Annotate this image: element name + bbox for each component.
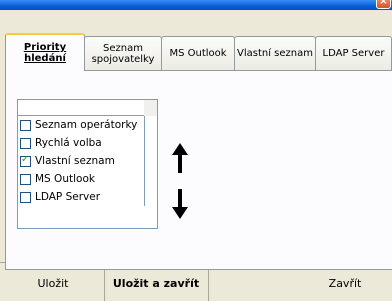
list-item-label: LDAP Server: [35, 191, 101, 203]
list-item-label: MS Outlook: [35, 173, 95, 185]
list-item[interactable]: Vlastní seznam: [18, 152, 157, 170]
tab-label: Priority: [23, 42, 67, 53]
tab-label: spojovatelky: [91, 53, 155, 65]
tab-panel: Seznam operátorky Rychlá volba Vlastní s…: [5, 70, 392, 270]
checkbox[interactable]: [20, 191, 31, 203]
list-item[interactable]: LDAP Server: [18, 188, 157, 206]
checkbox[interactable]: [20, 137, 31, 149]
tab-label: hledání: [24, 53, 66, 64]
list-header: [18, 100, 157, 116]
save-label: Uložit: [37, 276, 69, 290]
save-close-label: Uložit a zavřít: [112, 276, 200, 290]
dialog: Priority hledání Seznam spojovatelky MS Ou…: [0, 10, 392, 301]
checkbox[interactable]: [20, 173, 31, 185]
close-label: Zavřít: [328, 276, 362, 290]
move-down-button[interactable]: [170, 184, 190, 224]
tab-priority[interactable]: Priority hledání: [5, 33, 85, 71]
tab-label: Seznam: [103, 42, 143, 54]
title-bar: ×: [0, 0, 392, 10]
tab-ms-outlook[interactable]: MS Outlook: [161, 36, 235, 70]
tab-label: MS Outlook: [169, 48, 227, 59]
priority-listbox[interactable]: Seznam operátorky Rychlá volba Vlastní s…: [17, 99, 158, 229]
tab-label: LDAP Server: [322, 48, 385, 59]
tab-own-list[interactable]: Vlastní seznam: [234, 36, 316, 70]
tab-ldap-server[interactable]: LDAP Server: [315, 36, 392, 70]
arrow-down-icon: [172, 189, 188, 219]
move-up-button[interactable]: [170, 138, 190, 178]
list-item[interactable]: Seznam operátorky: [18, 116, 157, 134]
list-item-label: Seznam operátorky: [35, 119, 138, 131]
list-item[interactable]: Rychlá volba: [18, 134, 157, 152]
close-button[interactable]: Zavřít: [300, 271, 390, 295]
list-item-label: Rychlá volba: [35, 137, 102, 149]
tab-operator-list[interactable]: Seznam spojovatelky: [84, 36, 162, 70]
close-glyph: ×: [379, 0, 388, 7]
arrow-up-icon: [172, 143, 188, 173]
list-item[interactable]: MS Outlook: [18, 170, 157, 188]
save-button[interactable]: Uložit: [8, 271, 98, 295]
tab-label: Vlastní seznam: [237, 48, 313, 59]
list-item-label: Vlastní seznam: [35, 155, 115, 167]
checkbox-checked[interactable]: [20, 154, 31, 167]
save-and-close-button[interactable]: Uložit a zavřít: [106, 271, 206, 295]
close-icon[interactable]: ×: [376, 0, 391, 9]
checkbox[interactable]: [20, 119, 31, 131]
